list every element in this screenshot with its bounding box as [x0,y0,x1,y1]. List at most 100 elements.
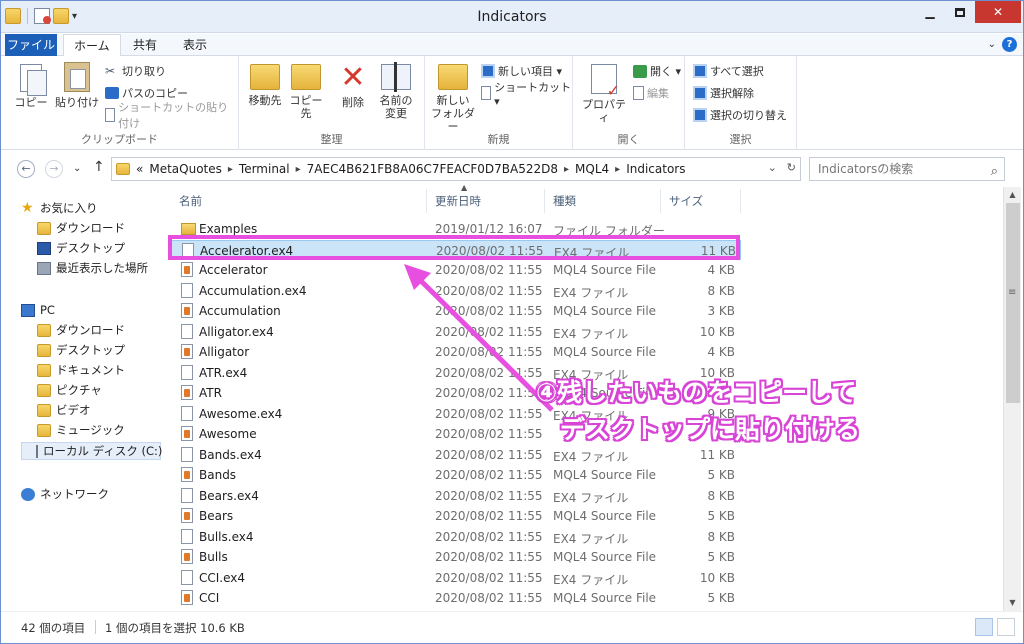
column-header-date[interactable]: 更新日時 [427,189,545,213]
sidebar-item-pc-downloads[interactable]: ダウンロード [37,321,125,339]
table-row[interactable]: CCI 2020/08/02 11:55 MQL4 Source File 5 KB [171,588,741,608]
address-bar[interactable]: « MetaQuotes ▸ Terminal ▸ 7AEC4B621FB8A0… [111,157,801,181]
sidebar-item-label: ダウンロード [56,323,125,337]
sidebar-item-label: ローカル ディスク (C:) [43,444,163,458]
sidebar-network[interactable]: ネットワーク [21,485,109,503]
sidebar-pc[interactable]: PC [21,301,55,319]
new-item-button[interactable]: 新しい項目 ▾ [481,62,562,80]
breadcrumb-terminal[interactable]: Terminal [239,162,290,176]
sidebar-item-videos[interactable]: ビデオ [37,401,91,419]
chevron-right-icon[interactable]: ▸ [296,164,301,175]
new-folder-button[interactable]: 新しい フォルダー [429,64,477,133]
back-button[interactable]: ← [17,160,35,178]
table-row[interactable]: Bears.ex4 2020/08/02 11:55 EX4 ファイル 8 KB [171,486,741,506]
file-name: Awesome [199,427,257,441]
table-row[interactable]: Bears 2020/08/02 11:55 MQL4 Source File 5 K… [171,506,741,526]
folder-icon [37,403,51,417]
table-row[interactable]: Bulls 2020/08/02 11:55 MQL4 Source File 5 K… [171,547,741,567]
scroll-down-icon[interactable]: ▼ [1004,595,1021,611]
cut-button[interactable]: ✂ 切り取り [105,62,166,80]
column-header-size[interactable]: サイズ [661,189,741,213]
up-button[interactable]: ↑ [93,159,105,175]
table-row[interactable]: Bulls.ex4 2020/08/02 11:55 EX4 ファイル 8 KB [171,527,741,547]
invert-selection-icon [693,108,707,122]
close-button[interactable]: ✕ [975,1,1021,23]
select-all-button[interactable]: すべて選択 [693,62,764,80]
file-icon [181,405,193,421]
edit-button[interactable]: 編集 [633,84,669,102]
delete-button[interactable]: ✕ 削除 [335,63,371,110]
mql-file-icon [181,262,193,277]
table-row[interactable]: Alligator.ex4 2020/08/02 11:55 EX4 ファイル 10 … [171,322,741,342]
sidebar-item-pictures[interactable]: ピクチャ [37,381,102,399]
column-header-type[interactable]: 種類 [545,189,661,213]
copy-to-label: コピー先 [289,94,323,120]
minimize-button[interactable]: ▁ [915,1,945,23]
refresh-icon[interactable]: ↻ [787,161,796,174]
sidebar-item-documents[interactable]: ドキュメント [37,361,125,379]
table-row[interactable]: Accumulation 2020/08/02 11:55 MQL4 Source … [171,301,741,321]
table-row[interactable]: CCI.ex4 2020/08/02 11:55 EX4 ファイル 10 KB [171,568,741,588]
ribbon-expand-icon[interactable]: ⌄ [988,39,996,50]
scrollbar-thumb[interactable] [1006,203,1020,403]
sidebar-item-music[interactable]: ミュージック [37,421,125,439]
breadcrumb-mql4[interactable]: MQL4 [575,162,609,176]
forward-button[interactable]: → [45,160,63,178]
file-date: 2020/08/02 11:55 [435,591,543,605]
shortcut-button[interactable]: ショートカット ▾ [481,81,572,108]
table-row[interactable]: Accumulation.ex4 2020/08/02 11:55 EX4 ファイル… [171,281,741,301]
copy-label: コピー [14,96,48,109]
copy-button[interactable]: コピー [11,64,51,109]
properties-button[interactable]: プロパティ [577,64,631,124]
file-size: 5 KB [707,509,735,523]
tab-share[interactable]: 共有 [123,34,167,56]
breadcrumb-metaquotes[interactable]: MetaQuotes [149,162,222,176]
sidebar-item-desktop[interactable]: デスクトップ [37,239,125,257]
chevron-right-icon[interactable]: ▸ [228,164,233,175]
table-row[interactable]: Alligator 2020/08/02 11:55 MQL4 Source Fil… [171,342,741,362]
table-row[interactable]: Accelerator 2020/08/02 11:55 MQL4 Source F… [171,260,741,280]
breadcrumb-indicators[interactable]: Indicators [626,162,685,176]
table-row[interactable]: Bands.ex4 2020/08/02 11:55 EX4 ファイル 11 KB [171,445,741,465]
file-date: 2020/08/02 11:55 [435,263,543,277]
folder-icon [181,223,196,235]
search-icon[interactable]: ⌕ [991,161,998,183]
invert-selection-button[interactable]: 選択の切り替え [693,106,787,124]
column-header-name[interactable]: 名前 [171,189,427,213]
large-icons-view-icon[interactable] [997,618,1015,636]
select-none-button[interactable]: 選択解除 [693,84,754,102]
scroll-up-icon[interactable]: ▲ [1004,187,1021,203]
paste-button[interactable]: 貼り付け [53,62,101,109]
recent-locations-icon[interactable]: ⌄ [73,163,81,174]
move-to-button[interactable]: 移動先 [245,64,285,107]
help-icon[interactable]: ? [1002,37,1017,52]
chevron-right-icon[interactable]: ▸ [564,164,569,175]
file-name: CCI [199,591,220,605]
chevron-right-icon[interactable]: ▸ [615,164,620,175]
sidebar-item-recent-places[interactable]: 最近表示した場所 [37,259,148,277]
sidebar-item-pc-desktop[interactable]: デスクトップ [37,341,125,359]
tab-file[interactable]: ファイル [5,34,57,56]
search-input[interactable]: Indicatorsの検索 ⌕ [809,157,1005,181]
tab-view[interactable]: 表示 [173,34,217,56]
maximize-button[interactable] [945,1,975,23]
file-type: MQL4 Source File [553,509,657,523]
vertical-scrollbar[interactable]: ▲ ≡ ▼ [1003,187,1021,611]
copy-to-button[interactable]: コピー先 [285,64,327,120]
table-row[interactable]: Bands 2020/08/02 11:55 MQL4 Source File 5 K… [171,465,741,485]
tab-home[interactable]: ホーム [63,34,121,57]
rename-button[interactable]: 名前の 変更 [375,62,417,120]
open-button[interactable]: 開く ▾ [633,62,681,80]
sidebar-favorites[interactable]: ★ お気に入り [21,199,98,217]
details-view-icon[interactable] [975,618,993,636]
address-overflow[interactable]: « [136,162,143,176]
sidebar-item-downloads[interactable]: ダウンロード [37,219,125,237]
sidebar-item-local-disk[interactable]: ローカル ディスク (C:) [21,442,163,460]
file-name: Awesome.ex4 [199,406,283,421]
file-type: EX4 ファイル [553,572,629,587]
paste-shortcut-button[interactable]: ショートカットの貼り付け [105,101,238,130]
address-dropdown-icon[interactable]: ⌄ [768,161,777,174]
breadcrumb-terminal-id[interactable]: 7AEC4B621FB8A06C7FEACF0D7BA522D8 [307,162,558,176]
file-size: 10 KB [699,324,735,339]
rename-label-line1: 名前の [379,94,413,107]
